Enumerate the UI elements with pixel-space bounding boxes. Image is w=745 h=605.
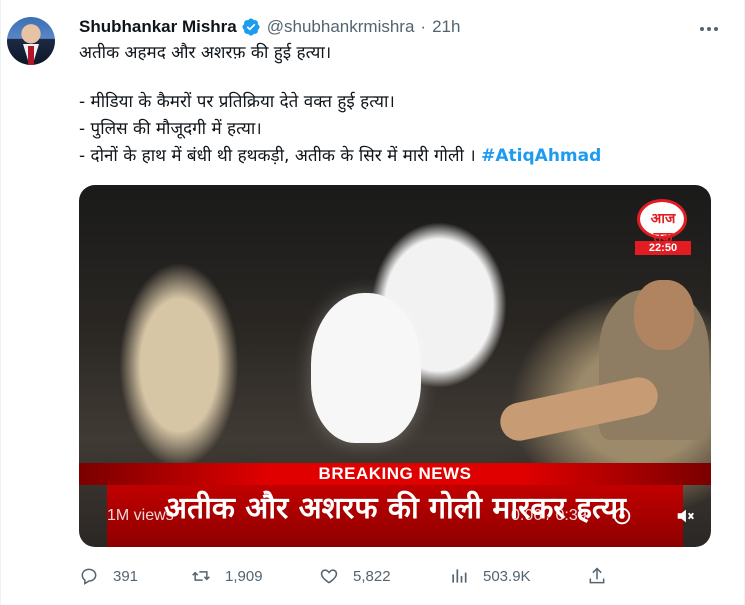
like-button[interactable]: 5,822 <box>319 564 391 588</box>
retweet-icon <box>192 571 210 581</box>
scene-police-head <box>634 280 694 350</box>
tweet-text-line-3: - पुलिस की मौजूदगी में हत्या। <box>79 119 262 139</box>
author-handle[interactable]: @shubhankrmishra <box>267 17 415 37</box>
mute-icon[interactable] <box>674 505 700 527</box>
video-timestamp: 0:06 / 0:39 <box>511 507 587 524</box>
reply-button[interactable]: 391 <box>79 564 138 588</box>
views-button[interactable]: 503.9K <box>449 564 531 588</box>
avatar[interactable] <box>7 17 55 65</box>
breaking-news-label: BREAKING NEWS <box>318 464 472 483</box>
tweet-header: Shubhankar Mishra @shubhankrmishra · 21h <box>79 16 460 38</box>
video-player[interactable]: आज तक 22:50 BREAKING NEWS अतीक और अशरफ क… <box>79 185 711 547</box>
views-chart-icon <box>452 569 467 583</box>
share-button[interactable] <box>587 564 621 588</box>
tweet-timestamp[interactable]: 21h <box>432 17 460 37</box>
headline-text: अतीक और अशरफ की गोली मारकर हत्या <box>164 491 626 526</box>
tweet-text-line-4: - दोनों के हाथ में बंधी थी हथकड़ी, अतीक … <box>79 145 719 168</box>
tweet-actions: 391 1,909 5,822 503.9K <box>79 564 619 588</box>
views-count: 503.9K <box>483 567 531 585</box>
scene-bandaged-head <box>311 293 421 443</box>
channel-logo: आज तक 22:50 <box>633 197 691 255</box>
more-options-icon[interactable] <box>698 18 720 40</box>
verified-badge-icon <box>241 17 261 37</box>
tweet-text-line-2: - मीडिया के कैमरों पर प्रतिक्रिया देते व… <box>79 92 395 112</box>
like-count: 5,822 <box>353 567 391 585</box>
share-icon <box>589 567 605 584</box>
tweet-text-line-1: अतीक अहमद और अशरफ़ की हुई हत्या। <box>79 43 332 63</box>
reply-icon <box>81 568 97 585</box>
retweet-button[interactable]: 1,909 <box>191 564 263 588</box>
tweet-text-line-4-body: - दोनों के हाथ में बंधी थी हथकड़ी, अतीक … <box>79 146 482 166</box>
author-name[interactable]: Shubhankar Mishra <box>79 17 237 37</box>
settings-gear-icon[interactable] <box>611 505 635 527</box>
reply-count: 391 <box>113 567 139 585</box>
video-view-count: 1M views <box>107 507 174 524</box>
hashtag-link[interactable]: #AtiqAhmad <box>481 146 601 166</box>
separator-dot: · <box>420 17 427 36</box>
retweet-count: 1,909 <box>225 567 263 585</box>
channel-clock: 22:50 <box>635 241 691 255</box>
tweet-card[interactable]: Shubhankar Mishra @shubhankrmishra · 21h… <box>0 0 745 605</box>
avatar-tie <box>28 46 34 65</box>
heart-icon <box>320 569 338 584</box>
